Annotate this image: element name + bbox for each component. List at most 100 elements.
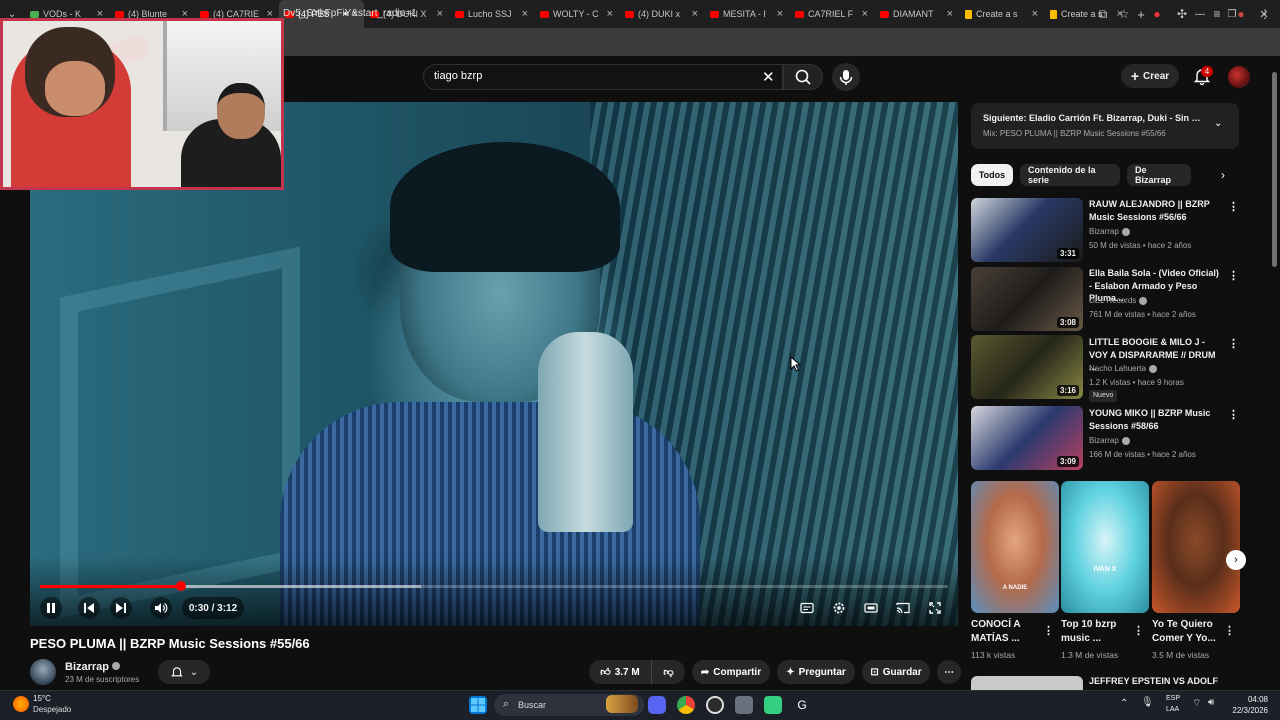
app-green-icon[interactable] [764,696,782,714]
channel-avatar[interactable] [30,659,56,685]
account-avatar[interactable] [1228,66,1250,88]
speaker-icon[interactable]: 🔊︎ [1208,697,1214,708]
search-highlight-icon[interactable] [606,695,638,713]
url-field[interactable]: Dv5_SYkFpFiY&start_radio=1 [283,8,417,19]
rec-thumbnail[interactable]: 3:31 [971,198,1083,262]
chip-from-bizarrap[interactable]: De Bizarrap [1127,164,1191,186]
settings-button[interactable] [828,597,850,619]
install-app-icon[interactable]: ⧉ [1096,7,1110,21]
subtitles-button[interactable] [796,597,818,619]
browser-tab[interactable]: (4) DUKI x × [619,0,704,28]
keyboard-language[interactable]: ESP [1166,695,1180,702]
short-views: 3.5 M de vistas [1152,650,1210,660]
short-title[interactable]: CONOCÍ A MATÍAS ... [971,618,1049,646]
rec-thumbnail[interactable]: 3:08 [971,267,1083,331]
extensions-puzzle-icon[interactable]: ✣ [1175,7,1189,21]
wifi-icon[interactable]: ⌔ [1192,697,1201,710]
tray-chevron-up-icon[interactable]: ⌃ [1120,698,1128,709]
search-button[interactable] [783,64,823,90]
create-button[interactable]: + Crear [1121,64,1179,88]
short-title[interactable]: Yo Te Quiero Comer Y Yo... [1152,618,1230,646]
keyboard-layout[interactable]: LAA [1166,706,1179,713]
tab-close-icon[interactable]: × [862,8,868,20]
fullscreen-button[interactable] [924,597,946,619]
tray-mic-icon[interactable]: 🎙︎ [1141,697,1154,708]
tab-close-icon[interactable]: × [947,8,953,20]
tab-close-icon[interactable]: × [522,8,528,20]
media-control-icon[interactable]: ≡ [1210,7,1224,21]
discord-icon[interactable] [648,696,666,714]
extension-red-icon[interactable]: ● [1150,7,1164,21]
short-thumbnail[interactable] [1152,481,1240,613]
browser-tab[interactable]: DIAMANT × [874,0,959,28]
scrollbar-thumb[interactable] [1272,72,1277,267]
rec-thumbnail[interactable]: 3:16 [971,335,1083,399]
tab-close-icon[interactable]: × [607,8,613,20]
windows-start-icon[interactable] [469,696,487,714]
weather-temperature[interactable]: 15°C [33,694,51,703]
rec-thumbnail[interactable] [971,676,1083,690]
rec-channel[interactable]: Bizarrap [1089,227,1130,236]
channel-name[interactable]: Bizarrap [65,661,121,673]
weather-sun-icon[interactable] [13,696,29,712]
profile-avatar-icon[interactable]: ● [1234,7,1248,21]
save-button[interactable]: ⊡ Guardar [862,660,930,684]
next-button[interactable] [110,597,132,619]
share-button[interactable]: ➦ Compartir [692,660,770,684]
ask-button[interactable]: ✦ Preguntar [777,660,855,684]
browser-tab[interactable]: Lucho SSJ × [449,0,534,28]
obs-icon[interactable] [706,696,724,714]
rec-channel[interactable]: Bizarrap [1089,436,1130,445]
like-button[interactable]: 👍︎ 3.7 M [589,660,651,684]
rec-more-icon[interactable]: ⋮ [1228,408,1239,421]
settings-gear-app-icon[interactable] [735,696,753,714]
chip-scroll-right-icon[interactable]: › [1214,166,1232,184]
subscription-notifications-button[interactable]: ⌄ [158,660,210,684]
tab-close-icon[interactable]: × [437,8,443,20]
browser-tab[interactable]: CA7RIEL F × [789,0,874,28]
webcam-overlay[interactable] [0,18,284,190]
short-more-icon[interactable]: ⋮ [1043,624,1054,637]
bookmark-star-icon[interactable]: ☆ [1117,7,1131,21]
theater-mode-button[interactable] [860,597,882,619]
up-next-panel[interactable] [971,103,1239,149]
rec-title[interactable]: JEFFREY EPSTEIN VS ADOLF [1089,676,1218,686]
voice-search-button[interactable] [832,63,860,91]
short-title[interactable]: Top 10 bzrp music ... [1061,618,1139,646]
short-thumbnail[interactable]: A NADIE [971,481,1059,613]
rec-thumbnail[interactable]: 3:09 [971,406,1083,470]
rec-title[interactable]: RAUW ALEJANDRO || BZRP Music Sessions #5… [1089,198,1219,223]
chip-series-content[interactable]: Contenido de la serie [1020,164,1120,186]
browser-tab[interactable]: Create a s × [959,0,1044,28]
rec-channel[interactable]: DEL Records [1089,296,1148,305]
browser-menu-icon[interactable]: ⋮ [1258,7,1272,21]
short-more-icon[interactable]: ⋮ [1133,624,1144,637]
more-actions-button[interactable]: ⋯ [937,660,961,684]
short-more-icon[interactable]: ⋮ [1224,624,1235,637]
rec-more-icon[interactable]: ⋮ [1228,269,1239,282]
pause-button[interactable] [40,597,62,619]
browser-tab[interactable]: WOLTY - C × [534,0,619,28]
previous-button[interactable] [78,597,100,619]
tab-close-icon[interactable]: × [692,8,698,20]
dislike-button[interactable]: 👎︎ [651,660,685,684]
cast-button[interactable] [892,597,914,619]
rec-channel[interactable]: Nacho Lahuerta [1089,364,1157,373]
rec-more-icon[interactable]: ⋮ [1228,337,1239,350]
tab-close-icon[interactable]: × [777,8,783,20]
tab-close-icon[interactable]: × [1032,8,1038,20]
clear-search-icon[interactable]: ✕ [762,68,775,86]
volume-button[interactable] [150,597,172,619]
seek-handle[interactable] [175,581,186,591]
clock-date[interactable]: 22/3/2026 [1224,706,1268,715]
chip-all[interactable]: Todos [971,164,1013,186]
chevron-down-icon[interactable]: ⌄ [1214,118,1222,129]
shorts-next-icon[interactable]: › [1226,550,1246,570]
browser-tab[interactable]: MESITA - I × [704,0,789,28]
chrome-icon[interactable] [677,696,695,714]
short-thumbnail[interactable]: IVAN X [1061,481,1149,613]
rec-title[interactable]: YOUNG MIKO || BZRP Music Sessions #58/66 [1089,407,1219,432]
logitech-icon[interactable]: G [793,696,811,714]
clock-time[interactable]: 04:08 [1228,695,1268,704]
rec-more-icon[interactable]: ⋮ [1228,200,1239,213]
